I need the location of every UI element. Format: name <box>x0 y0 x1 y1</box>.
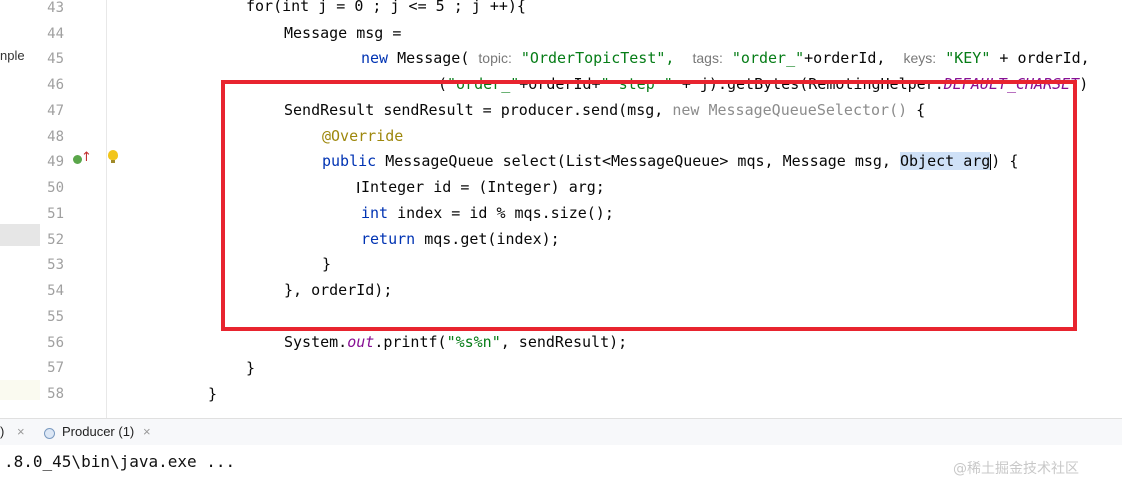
code-text: Message( <box>397 49 470 67</box>
code-text: for(int j = 0 ; j <= 5 ; j ++){ <box>246 0 526 15</box>
close-icon[interactable]: × <box>143 424 151 439</box>
highlight-box <box>221 80 1077 331</box>
code-text: Message msg = <box>284 24 402 42</box>
code-line-44: Message msg = <box>284 24 401 42</box>
code-text: System. <box>284 333 348 351</box>
code-text: } <box>246 359 256 377</box>
string-literal: "order_" <box>731 49 805 67</box>
code-line-58: } <box>208 385 217 403</box>
param-hint-topic: topic: <box>478 50 512 66</box>
code-line-57: } <box>246 359 255 377</box>
string-literal: "OrderTopicTest", <box>520 49 675 67</box>
code-text: ) <box>1079 75 1089 93</box>
string-literal: "KEY" <box>945 49 991 67</box>
run-config-icon <box>44 428 55 439</box>
close-icon[interactable]: × <box>17 424 25 439</box>
param-hint-tags: tags: <box>692 50 723 66</box>
code-text: + orderId, <box>999 49 1090 67</box>
code-text: +orderId, <box>804 49 886 67</box>
param-hint-keys: keys: <box>903 50 937 66</box>
code-text: } <box>208 385 218 403</box>
string-literal: "%s%n" <box>446 333 501 351</box>
watermark: @稀土掘金技术社区 <box>953 461 1079 477</box>
keyword-new: new <box>361 49 389 67</box>
code-text: .printf( <box>374 333 447 351</box>
run-tool-window-tabs: ) × Producer (1) × <box>0 418 1122 446</box>
static-field: out <box>347 333 375 351</box>
console-line: .8.0_45\bin\java.exe ... <box>4 452 236 471</box>
tab-previous[interactable]: ) <box>0 424 4 439</box>
tab-producer[interactable]: Producer (1) <box>62 424 134 439</box>
code-text: , sendResult); <box>500 333 628 351</box>
code-line-43: for(int j = 0 ; j <= 5 ; j ++){ <box>246 0 526 15</box>
code-line-56: System.out.printf("%s%n", sendResult); <box>284 333 627 351</box>
code-line-45: new Message( topic: "OrderTopicTest", ta… <box>361 49 1090 67</box>
